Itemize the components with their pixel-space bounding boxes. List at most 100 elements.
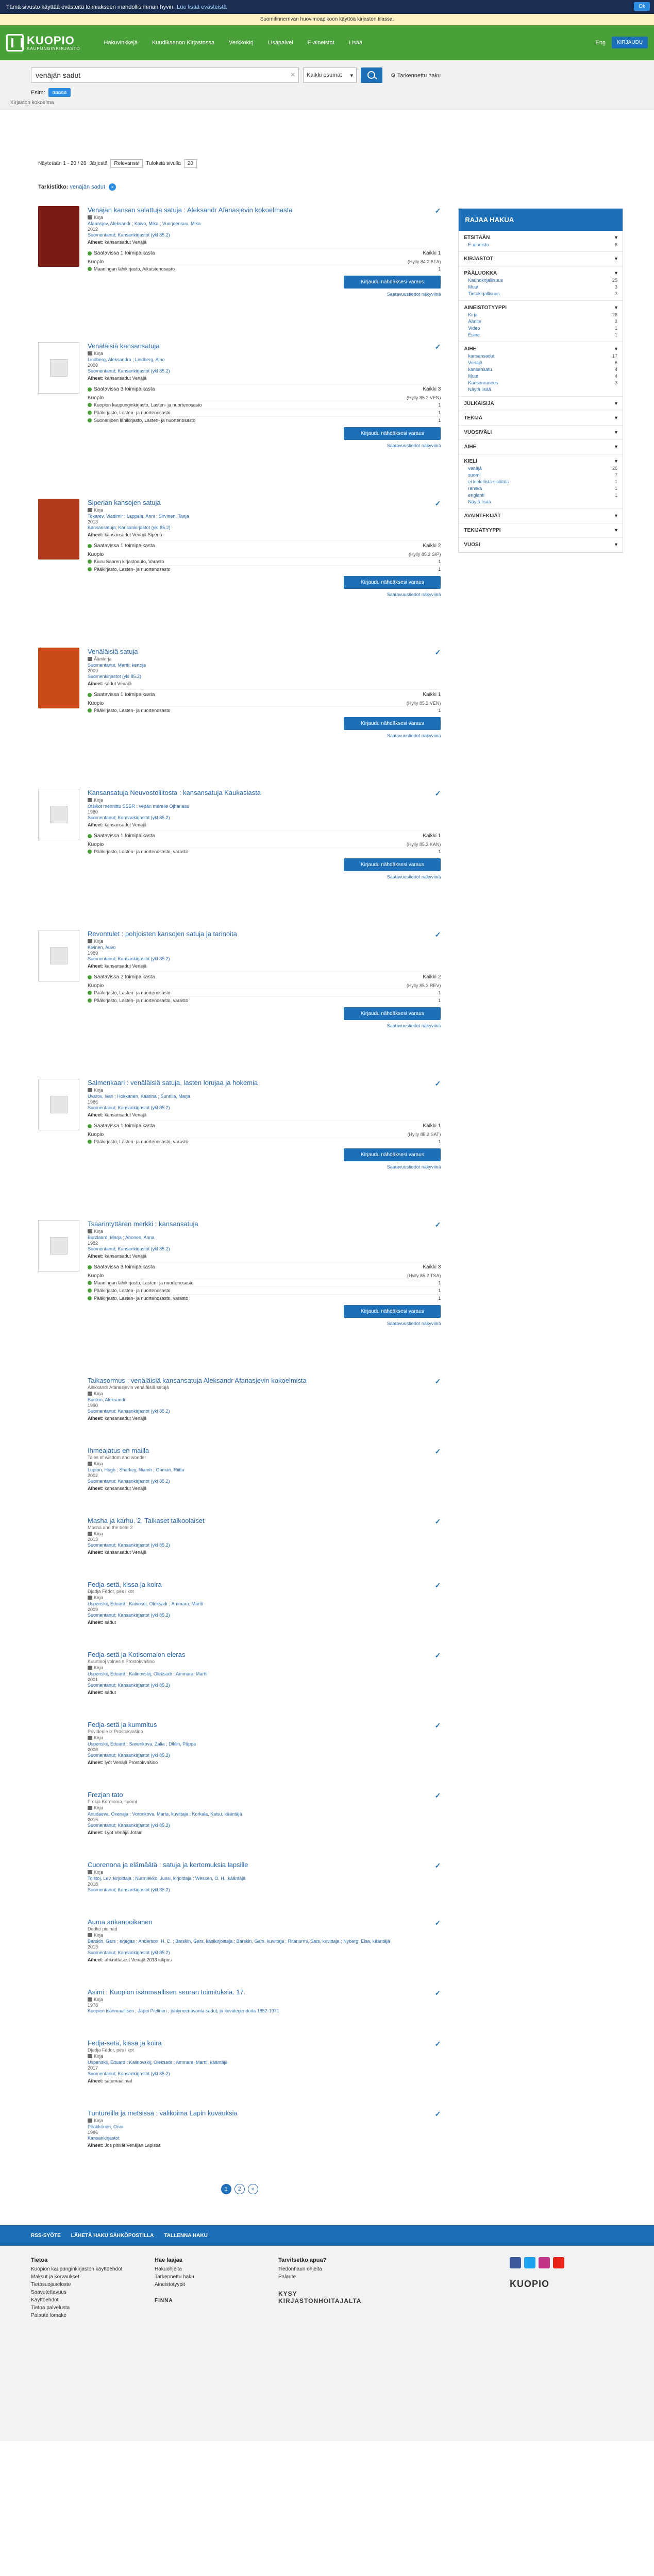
favorite-check-icon[interactable]: ✓ — [435, 2040, 441, 2048]
record-authors[interactable]: Lupton, Hugh ; Sharkey, Niamh ; Ohman, R… — [88, 1467, 441, 1472]
favorite-check-icon[interactable]: ✓ — [435, 1079, 441, 1088]
facet-group-header[interactable]: AVAINTEKIJÄT ▾ — [464, 513, 617, 519]
record-collection[interactable]: Suomentanut; Kansankirjastot (ykl 85.2) — [88, 956, 441, 961]
instagram-icon[interactable] — [539, 2257, 550, 2268]
facet-group-header[interactable]: VUOSI ▾ — [464, 542, 617, 548]
subjects-value[interactable]: satumaailmat — [105, 2078, 132, 2083]
record-title[interactable]: Tsaarintyttären merkki : kansansatuja — [88, 1220, 441, 1228]
record-authors[interactable]: Tokarev, Vladimir ; Lappala, Anni ; Sirv… — [88, 514, 441, 519]
record-collection[interactable]: Kansansatuja; Kansankirjastot (ykl 85.2) — [88, 525, 441, 530]
record-image[interactable] — [38, 342, 79, 448]
favorite-check-icon[interactable]: ✓ — [435, 930, 441, 939]
footer-link[interactable]: Käyttöehdot — [31, 2297, 134, 2303]
favorite-check-icon[interactable]: ✓ — [435, 1791, 441, 1800]
footer-link[interactable]: Kuopion kaupunginkirjaston käyttöehdot — [31, 2266, 134, 2272]
facet-item[interactable]: venäjä 26 — [464, 464, 617, 471]
record-title[interactable]: Venäläisiä kansansatuja — [88, 342, 441, 350]
record-authors[interactable]: Suomentanut, Martti; kertoja — [88, 663, 441, 668]
record-collection[interactable]: Suomentanut; Kansankirjastot (ykl 85.2) — [88, 1246, 441, 1251]
favorite-check-icon[interactable]: ✓ — [435, 207, 441, 215]
login-button[interactable]: KIRJAUDU — [611, 37, 648, 48]
favorite-check-icon[interactable]: ✓ — [435, 789, 441, 798]
footer-link[interactable]: Palaute lomake — [31, 2313, 134, 2318]
record-title[interactable]: Masha ja karhu. 2, Taikaset talkoolaiset — [88, 1517, 441, 1524]
reserve-button[interactable]: Kirjaudu nähdäksesi varaus — [344, 1007, 441, 1020]
reserve-button[interactable]: Kirjaudu nähdäksesi varaus — [344, 1148, 441, 1161]
record-title[interactable]: Fedja-setä ja kummitus — [88, 1721, 441, 1728]
subjects-value[interactable]: lyöt Venäjä Prostokvašino — [105, 1760, 158, 1765]
reserve-button[interactable]: Kirjaudu nähdäksesi varaus — [344, 427, 441, 440]
footer-link[interactable]: Hakuohjeita — [155, 2266, 258, 2272]
subjects-value[interactable]: sadut — [105, 1690, 116, 1695]
facet-item[interactable]: Esine 1 — [464, 331, 617, 337]
favorite-check-icon[interactable]: ✓ — [435, 1651, 441, 1660]
facet-item[interactable]: kansansatu 4 — [464, 365, 617, 372]
subjects-value[interactable]: kansansadut Venäjä — [105, 1550, 146, 1555]
facet-group-header[interactable]: JULKAISIJA ▾ — [464, 401, 617, 406]
subjects-value[interactable]: Lyöt Venäjä Jotain — [105, 1830, 142, 1835]
more-availability-link[interactable]: Saatavuustiedot näkyviinä — [88, 1321, 441, 1326]
subjects-value[interactable]: kansansadut Venäjä — [105, 822, 146, 827]
record-collection[interactable]: Suomentanut; Kansankirjastot (ykl 85.2) — [88, 1613, 441, 1618]
record-authors[interactable]: Kivinen, Auvo — [88, 945, 441, 950]
record-authors[interactable]: Anudaeva, Oxenaja ; Voronkova, Marta, ku… — [88, 1811, 441, 1817]
nav-item[interactable]: Verkkokirj — [222, 40, 261, 46]
nav-item[interactable]: Hakuvinkkejä — [97, 40, 145, 46]
facet-group-header[interactable]: KIELI ▾ — [464, 459, 617, 464]
record-image[interactable] — [38, 648, 79, 738]
subjects-value[interactable]: sadut Venäjä — [105, 681, 131, 686]
facet-group-header[interactable]: TEKIJÄ ▾ — [464, 415, 617, 421]
per-page-select[interactable]: 20 — [183, 159, 197, 168]
record-collection[interactable]: Suomentanut; Kansankirjastot (ykl 85.2) — [88, 1479, 441, 1484]
record-title[interactable]: Auma ankanpoikanen — [88, 1918, 441, 1926]
subjects-value[interactable]: kansansadut Venäjä — [105, 963, 146, 969]
subjects-value[interactable]: kansansadut Venäjä — [105, 1112, 146, 1117]
facet-item[interactable]: kansansadut 17 — [464, 352, 617, 359]
footer-link[interactable]: Tietosuojaseloste — [31, 2282, 134, 2287]
record-title[interactable]: Fedja-setä, kissa ja koira — [88, 1581, 441, 1588]
record-authors[interactable]: Uspenskij, Eduard ; Kalinovskij, Oleksad… — [88, 1671, 441, 1676]
more-availability-link[interactable]: Saatavuustiedot näkyviinä — [88, 592, 441, 597]
favorite-check-icon[interactable]: ✓ — [435, 343, 441, 351]
record-authors[interactable]: Uspenskij, Eduard ; Kalinovskij, Oleksad… — [88, 2060, 441, 2065]
nav-item[interactable]: Lisäpalvel — [261, 40, 300, 46]
subjects-value[interactable]: kansansadut Venäjä — [105, 1486, 146, 1491]
record-collection[interactable]: Suomentanut; Kansankirjastot (ykl 85.2) — [88, 1683, 441, 1688]
facet-item[interactable]: Tietokirjallisuus 3 — [464, 290, 617, 296]
footer-link[interactable]: Tiedonhaun ohjeita — [278, 2266, 381, 2272]
clear-icon[interactable]: × — [291, 71, 295, 80]
record-collection[interactable]: Suomentanut; Kansankirjastot (ykl 85.2) — [88, 815, 441, 820]
nav-item[interactable]: E-aineistot — [300, 40, 342, 46]
record-image[interactable] — [38, 499, 79, 597]
record-collection[interactable]: Suomentanut; Kansankirjastot (ykl 85.2) — [88, 1105, 441, 1110]
record-title[interactable]: Venäläisiä satuja — [88, 648, 441, 655]
record-title[interactable]: Ihmeajatus en mailla — [88, 1447, 441, 1454]
page-link[interactable]: 2 — [234, 2184, 245, 2194]
record-collection[interactable]: Suomentanut; Kansankirjastot (ykl 85.2) — [88, 2071, 441, 2076]
book-cover[interactable] — [38, 206, 79, 267]
record-collection[interactable]: Suomentanut; Kansankirjastot (ykl 85.2) — [88, 1753, 441, 1758]
advanced-search-link[interactable]: ⚙ Tarkennettu haku — [391, 72, 441, 79]
remove-filter-icon[interactable]: × — [109, 183, 116, 191]
book-cover[interactable] — [38, 648, 79, 708]
footer-link[interactable]: Tarkennettu haku — [155, 2274, 258, 2280]
record-image[interactable] — [38, 1220, 79, 1326]
search-scope-select[interactable]: Kaikki osumat ▾ — [303, 67, 357, 83]
facet-item[interactable]: Kansanrunous 3 — [464, 379, 617, 385]
record-title[interactable]: Kansansatuja Neuvostoliitosta : kansansa… — [88, 789, 441, 796]
rss-link[interactable]: RSS-SYÖTE — [31, 2233, 61, 2239]
facet-item[interactable]: Kaunokirjallisuus 25 — [464, 276, 617, 283]
record-title[interactable]: Cuorenona ja elämäätä : satuja ja kertom… — [88, 1861, 441, 1869]
facet-group-header[interactable]: VUOSIVÄLI ▾ — [464, 430, 617, 435]
more-availability-link[interactable]: Saatavuustiedot näkyviinä — [88, 733, 441, 738]
record-collection[interactable]: Suomentanut; Kansankirjastot (ykl 85.2) — [88, 1543, 441, 1548]
favorite-check-icon[interactable]: ✓ — [435, 1517, 441, 1526]
facet-group-header[interactable]: PÄÄLUOKKA ▾ — [464, 270, 617, 276]
search-button[interactable] — [361, 67, 382, 83]
favorite-check-icon[interactable]: ✓ — [435, 1861, 441, 1870]
favorite-check-icon[interactable]: ✓ — [435, 2110, 441, 2119]
nav-item[interactable]: Lisää — [342, 40, 370, 46]
reserve-button[interactable]: Kirjaudu nähdäksesi varaus — [344, 1305, 441, 1318]
record-authors[interactable]: Pääkkönen, Onni — [88, 2124, 441, 2129]
favorite-check-icon[interactable]: ✓ — [435, 1721, 441, 1730]
